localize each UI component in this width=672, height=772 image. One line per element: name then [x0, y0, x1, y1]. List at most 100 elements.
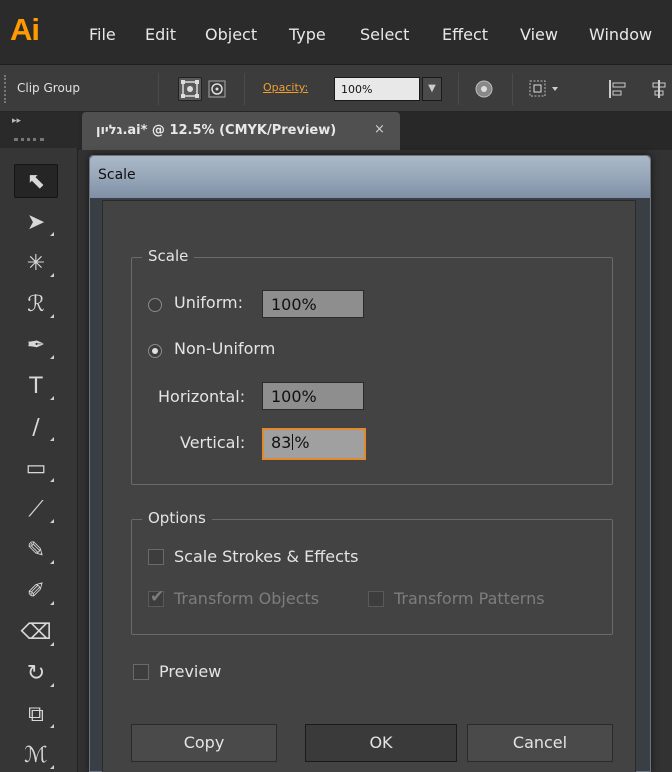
- selection-tool-button[interactable]: ⬉: [14, 164, 58, 198]
- preview-checkbox[interactable]: [133, 664, 149, 680]
- eraser-tool-icon: ⌫: [20, 619, 52, 645]
- horizontal-input[interactable]: 100%: [262, 382, 364, 410]
- uniform-label: Uniform:: [174, 293, 243, 312]
- dialog-body: Scale Uniform: 100% Non-Uniform Horizont…: [102, 200, 636, 772]
- rectangle-tool-icon: ▭: [25, 455, 47, 481]
- more-tools-indicator: [50, 560, 54, 564]
- transform-patterns-checkbox[interactable]: [368, 591, 384, 607]
- line-tool-icon: ∕: [32, 414, 40, 440]
- type-tool-icon: T: [29, 373, 43, 399]
- more-tools-indicator: [50, 396, 54, 400]
- edit-clipping-path-button[interactable]: [178, 77, 202, 101]
- opacity-dropdown-button[interactable]: ▼: [422, 77, 442, 101]
- menu-window[interactable]: Window: [589, 25, 652, 44]
- direct-selection-tool-button[interactable]: ➤: [14, 205, 58, 239]
- checkmark-icon: ✔: [150, 587, 165, 607]
- menu-object[interactable]: Object: [205, 25, 257, 44]
- more-tools-indicator: [50, 724, 54, 728]
- menu-type[interactable]: Type: [289, 25, 326, 44]
- vertical-input-unit: %: [294, 433, 310, 452]
- lasso-tool-button[interactable]: ℛ: [14, 287, 58, 321]
- selection-type-label: Clip Group: [17, 81, 81, 95]
- magic-wand-tool-button[interactable]: ✳: [14, 246, 58, 280]
- menu-select[interactable]: Select: [360, 25, 409, 44]
- more-tools-indicator: [50, 232, 54, 236]
- more-tools-indicator: [50, 765, 54, 769]
- line-tool-button[interactable]: ∕: [14, 410, 58, 444]
- more-tools-indicator: [50, 355, 54, 359]
- uniform-radio[interactable]: [148, 298, 162, 312]
- options-group-legend: Options: [142, 509, 212, 527]
- document-tab[interactable]: גליון.ai* @ 12.5% (CMYK/Preview) ×: [82, 112, 400, 150]
- pen-tool-button[interactable]: ✒: [14, 328, 58, 362]
- align-center-button[interactable]: [646, 77, 672, 101]
- more-tools-indicator: [50, 478, 54, 482]
- edit-contents-icon: [208, 80, 226, 98]
- scale-group: Scale Uniform: 100% Non-Uniform Horizont…: [131, 247, 613, 485]
- vertical-label: Vertical:: [180, 433, 246, 452]
- menu-edit[interactable]: Edit: [145, 25, 176, 44]
- magic-wand-tool-icon: ✳: [26, 250, 46, 276]
- close-icon[interactable]: ×: [374, 122, 385, 137]
- non-uniform-label: Non-Uniform: [174, 339, 276, 358]
- more-tools-indicator: [50, 437, 54, 441]
- dialog-title: Scale: [98, 167, 136, 183]
- uniform-input[interactable]: 100%: [262, 290, 364, 318]
- scale-tool-button[interactable]: ⧉: [14, 697, 58, 731]
- separator: [458, 73, 459, 105]
- expand-panel-icon[interactable]: ▸▸: [12, 116, 21, 126]
- separator: [512, 73, 513, 105]
- pencil-tool-icon: ✎: [26, 537, 46, 563]
- transform-patterns-label: Transform Patterns: [394, 589, 545, 608]
- width-tool-icon: ℳ: [24, 742, 48, 768]
- options-group: Options Scale Strokes & Effects ✔ Transf…: [131, 509, 613, 635]
- paintbrush-tool-button[interactable]: ⟋: [14, 492, 58, 526]
- vertical-input[interactable]: 83%: [262, 428, 366, 460]
- copy-button[interactable]: Copy: [131, 724, 277, 762]
- opacity-input[interactable]: 100%: [334, 77, 420, 101]
- more-tools-indicator: [50, 642, 54, 646]
- non-uniform-radio[interactable]: [148, 344, 162, 358]
- menu-effect[interactable]: Effect: [442, 25, 488, 44]
- cancel-button[interactable]: Cancel: [467, 724, 613, 762]
- dialog-titlebar[interactable]: Scale: [90, 156, 650, 198]
- blob-brush-tool-button[interactable]: ✐: [14, 574, 58, 608]
- align-left-icon: [609, 80, 626, 98]
- document-tab-label: גליון.ai* @ 12.5% (CMYK/Preview): [96, 123, 337, 138]
- direct-selection-tool-icon: ➤: [26, 209, 46, 235]
- blob-brush-tool-icon: ✐: [26, 578, 46, 604]
- horizontal-label: Horizontal:: [158, 387, 246, 406]
- menu-bar: Ai File Edit Object Type Select Effect V…: [0, 0, 672, 64]
- pencil-tool-button[interactable]: ✎: [14, 533, 58, 567]
- panel-grip[interactable]: [4, 75, 7, 103]
- scale-dialog: Scale Scale Uniform: 100% Non-Uniform Ho…: [89, 155, 651, 772]
- eraser-tool-button[interactable]: ⌫: [14, 615, 58, 649]
- recolor-artwork-button[interactable]: [472, 77, 496, 101]
- isolate-group-button[interactable]: [526, 77, 566, 101]
- ok-button[interactable]: OK: [305, 724, 457, 762]
- opacity-label[interactable]: Opacity:: [263, 81, 308, 94]
- rotate-tool-button[interactable]: ↻: [14, 656, 58, 690]
- tools-panel: ▸▸ ⬉ ➤ ✳ ℛ ✒ T ∕ ▭ ⟋ ✎ ✐ ⌫ ↻ ⧉ ℳ: [0, 112, 78, 772]
- edit-contents-button[interactable]: [205, 77, 229, 101]
- rotate-tool-icon: ↻: [26, 660, 46, 686]
- more-tools-indicator: [50, 314, 54, 318]
- app-logo: Ai: [10, 12, 40, 47]
- isolate-group-icon: [529, 80, 558, 97]
- tools-panel-header[interactable]: ▸▸: [0, 112, 78, 148]
- preview-label: Preview: [159, 662, 222, 681]
- width-tool-button[interactable]: ℳ: [14, 738, 58, 772]
- scale-strokes-checkbox[interactable]: [148, 549, 164, 565]
- rectangle-tool-button[interactable]: ▭: [14, 451, 58, 485]
- paintbrush-tool-icon: ⟋: [28, 496, 44, 522]
- pen-tool-icon: ✒: [26, 332, 46, 358]
- control-bar: Clip Group Opacity: 100% ▼: [0, 64, 672, 112]
- scale-group-legend: Scale: [142, 247, 195, 265]
- menu-file[interactable]: File: [89, 25, 116, 44]
- menu-view[interactable]: View: [520, 25, 558, 44]
- transform-objects-checkbox[interactable]: ✔: [148, 587, 164, 607]
- type-tool-button[interactable]: T: [14, 369, 58, 403]
- panel-grip[interactable]: [14, 138, 44, 141]
- separator: [158, 73, 159, 105]
- align-left-button[interactable]: [606, 77, 630, 101]
